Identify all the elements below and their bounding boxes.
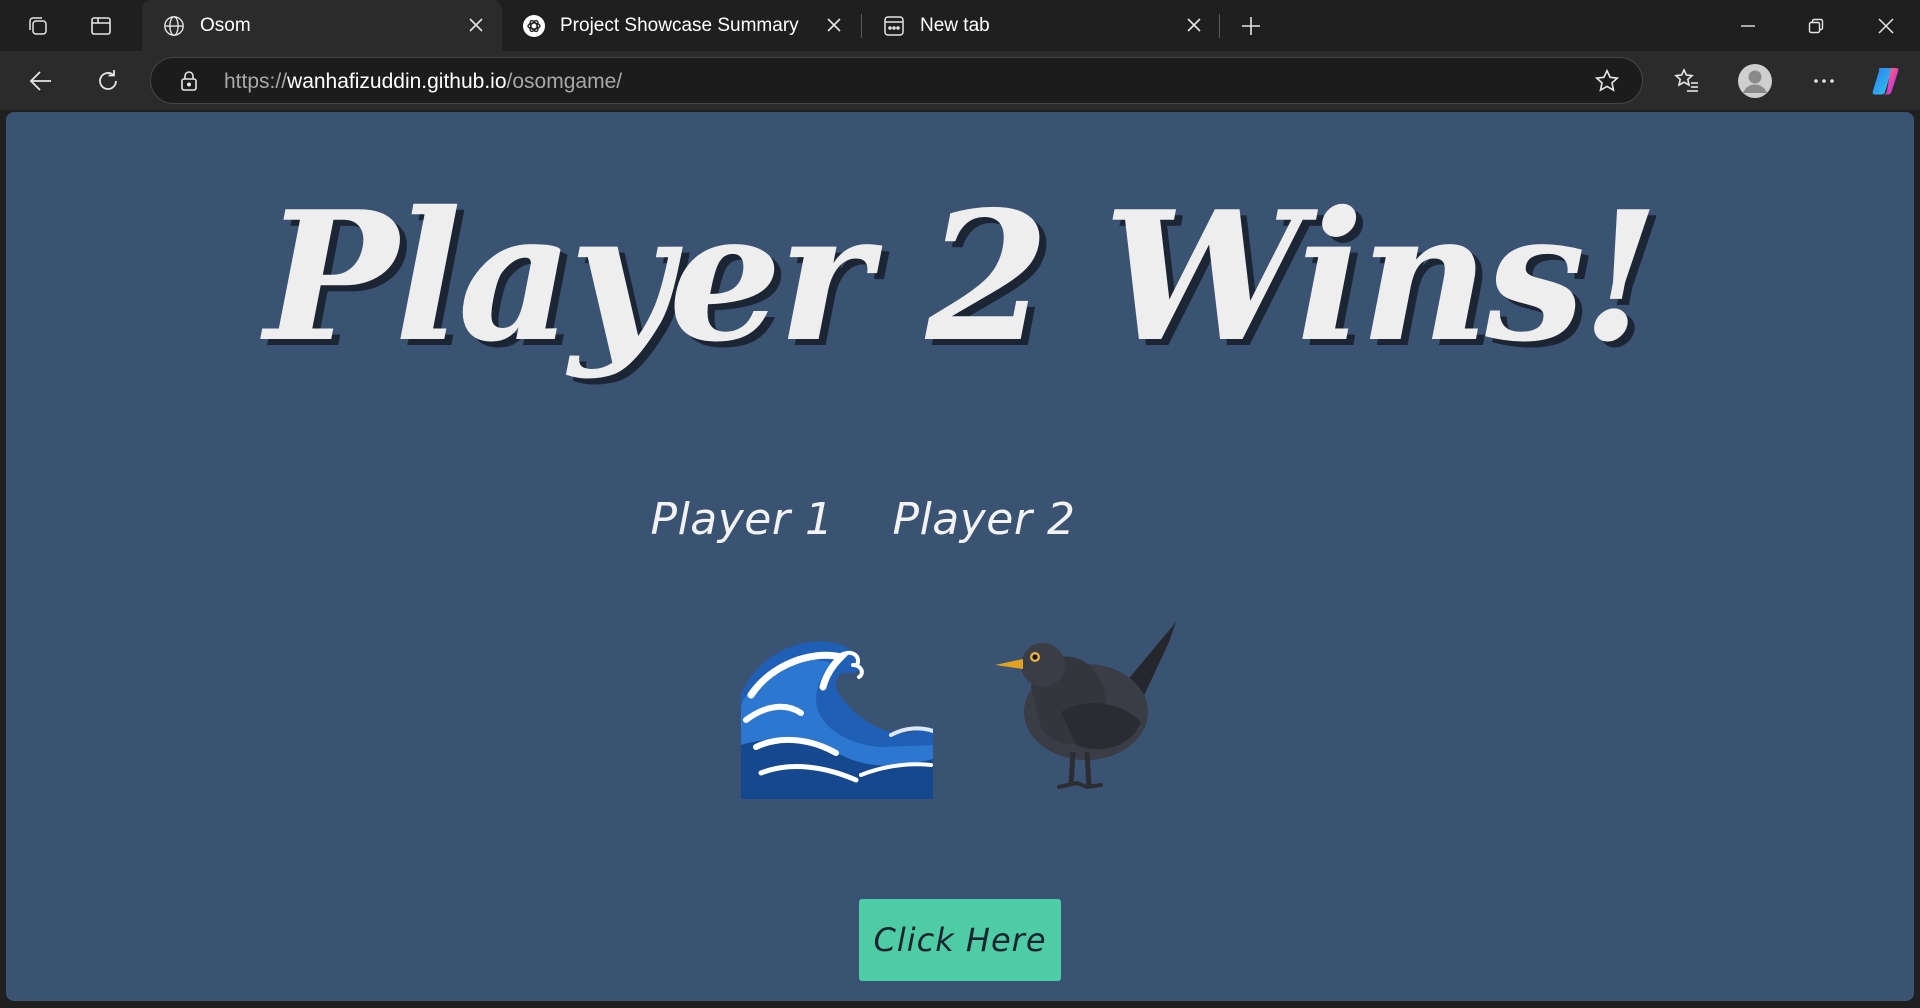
back-button[interactable] (21, 61, 61, 101)
newtab-icon (882, 14, 906, 38)
page-viewport: Player 2 Wins! Player 1 Player 2 Click H… (6, 112, 1914, 1001)
tab-strip: Osom Project Showcase Summary New tab (0, 0, 1920, 51)
restore-icon[interactable] (1782, 0, 1850, 51)
lock-icon[interactable] (177, 69, 201, 93)
tab-title: Osom (200, 14, 251, 36)
url-text[interactable]: https://wanhafizuddin.github.io/osomgame… (224, 70, 622, 94)
wave-icon (741, 635, 935, 799)
url-scheme: https:// (224, 70, 288, 93)
tab-new-tab[interactable]: New tab (862, 0, 1220, 51)
blackbird-icon (991, 617, 1186, 807)
tab-separator (1219, 14, 1220, 38)
click-here-button[interactable]: Click Here (859, 899, 1061, 981)
profile-avatar[interactable] (1735, 61, 1775, 101)
more-menu-icon[interactable] (1804, 61, 1844, 101)
globe-icon (162, 14, 186, 38)
tab-actions-icon[interactable] (82, 7, 120, 45)
minimize-icon[interactable] (1714, 0, 1782, 51)
openai-icon (522, 14, 546, 38)
url-path: /osomgame/ (506, 70, 623, 93)
tab-title: New tab (920, 14, 990, 36)
close-window-icon[interactable] (1852, 0, 1920, 51)
refresh-button[interactable] (88, 61, 128, 101)
tab-osom[interactable]: Osom (142, 0, 502, 51)
new-tab-button[interactable] (1232, 7, 1270, 45)
favorites-icon[interactable] (1667, 61, 1707, 101)
winner-headline: Player 2 Wins! (264, 172, 1659, 381)
close-tab-icon[interactable] (1182, 13, 1206, 37)
tab-project-showcase[interactable]: Project Showcase Summary (502, 0, 860, 51)
workspaces-icon[interactable] (19, 7, 57, 45)
tab-title: Project Showcase Summary (560, 14, 799, 36)
address-bar[interactable]: https://wanhafizuddin.github.io/osomgame… (150, 57, 1643, 104)
browser-toolbar: https://wanhafizuddin.github.io/osomgame… (0, 51, 1920, 110)
favorite-star-icon[interactable] (1594, 68, 1620, 94)
player-1-label: Player 1 (650, 494, 834, 545)
copilot-icon[interactable] (1866, 61, 1906, 101)
url-host: wanhafizuddin.github.io (287, 70, 507, 93)
player-2-label: Player 2 (892, 494, 1076, 545)
close-tab-icon[interactable] (822, 13, 846, 37)
close-tab-icon[interactable] (464, 13, 488, 37)
